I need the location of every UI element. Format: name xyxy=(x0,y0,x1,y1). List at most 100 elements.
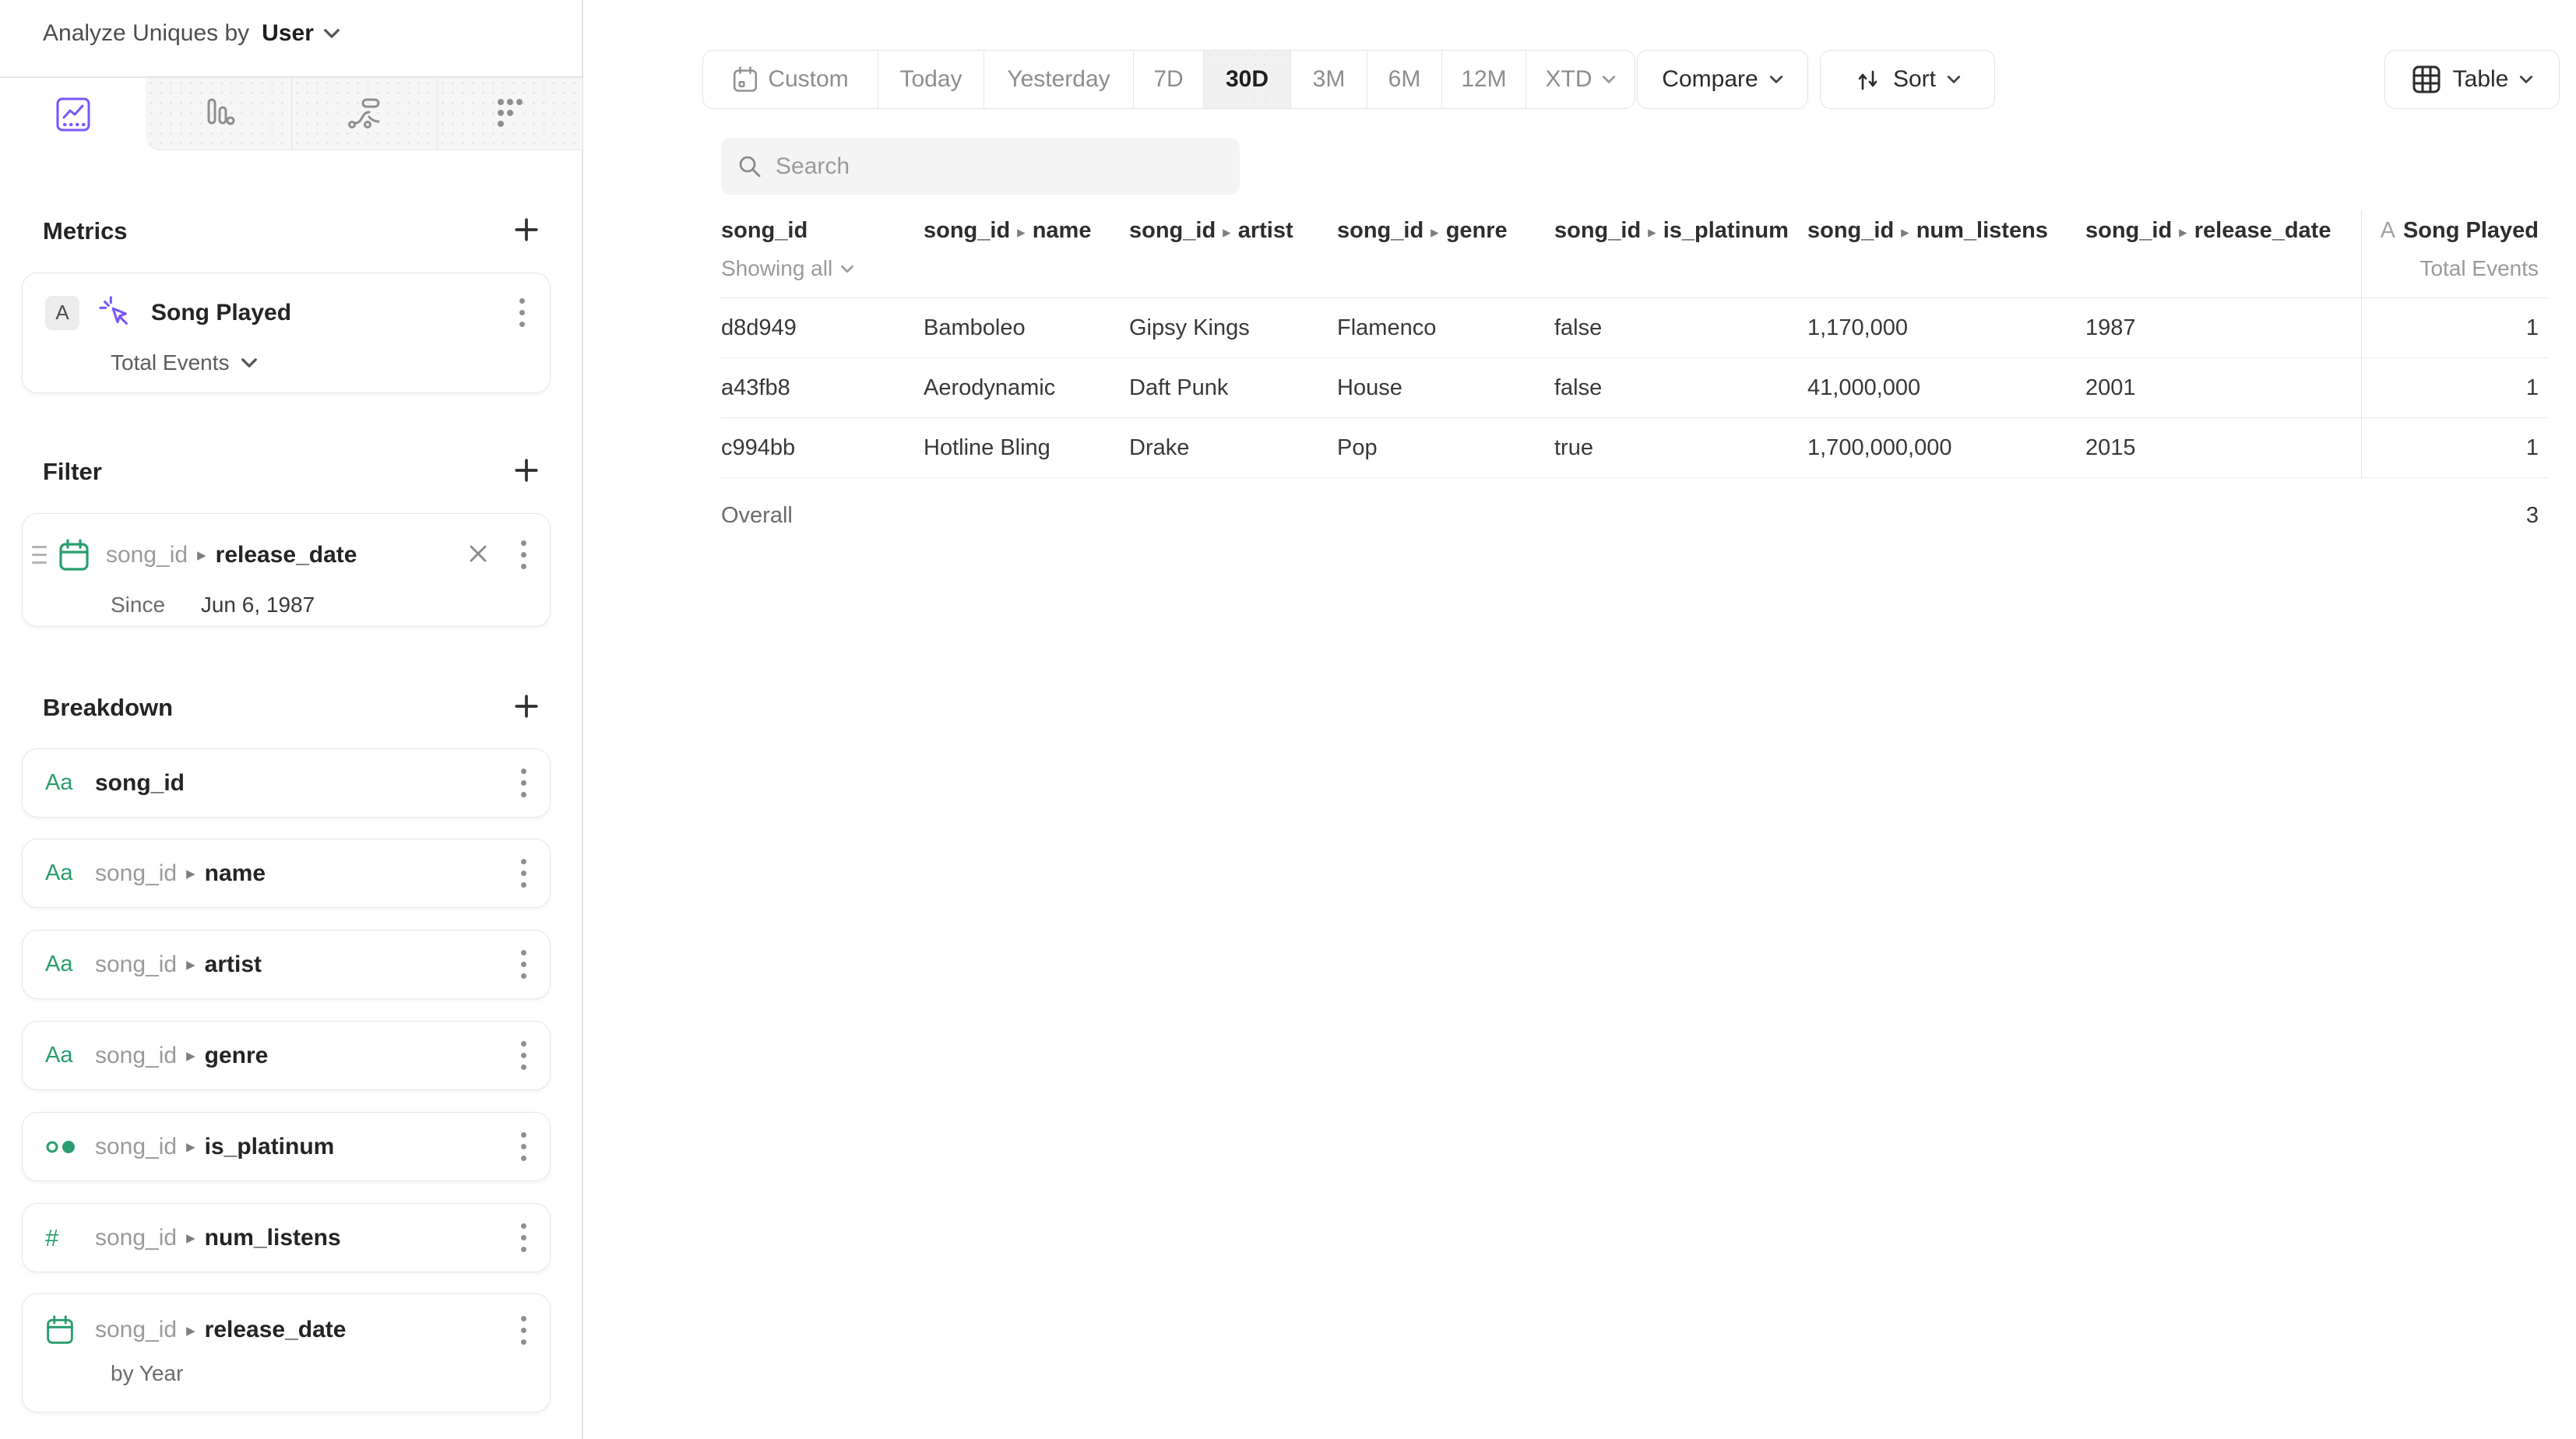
table-header-row: song_id Showing all song_id▸name song_id… xyxy=(721,210,2548,298)
range-yesterday[interactable]: Yesterday xyxy=(984,51,1133,108)
filter-menu-button[interactable] xyxy=(515,534,533,575)
breakdown-menu-button[interactable] xyxy=(515,762,533,804)
range-30d[interactable]: 30D xyxy=(1203,51,1290,108)
breakdown-menu-button[interactable] xyxy=(515,944,533,985)
range-custom[interactable]: Custom xyxy=(703,51,878,108)
breadcrumb-chevron-icon: ▸ xyxy=(186,863,195,884)
remove-filter-button[interactable] xyxy=(462,537,494,572)
number-type-icon: # xyxy=(45,1224,79,1252)
event-click-icon xyxy=(98,295,134,331)
metric-badge: A xyxy=(45,296,79,330)
table-row: c994bb Hotline Bling Drake Pop true 1,70… xyxy=(721,418,2548,478)
compare-button[interactable]: Compare xyxy=(1637,50,1808,109)
cell-num-listens: 1,170,000 xyxy=(1807,315,2085,341)
plus-icon xyxy=(513,457,540,484)
breakdown-menu-button[interactable] xyxy=(515,1035,533,1076)
cell-artist: Daft Punk xyxy=(1129,375,1337,401)
table-grid-icon xyxy=(2411,64,2442,95)
analyze-entity-dropdown[interactable]: User xyxy=(262,20,340,47)
showing-all-dropdown[interactable]: Showing all xyxy=(721,256,924,281)
sort-button[interactable]: Sort xyxy=(1820,50,1995,109)
cell-song-id: a43fb8 xyxy=(721,375,924,401)
cell-is-platinum: true xyxy=(1554,435,1807,461)
breadcrumb-chevron-icon: ▸ xyxy=(197,544,206,565)
cell-release-date: 2001 xyxy=(2085,375,2361,401)
column-header-artist: song_id▸artist xyxy=(1129,210,1337,244)
breadcrumb-chevron-icon: ▸ xyxy=(186,1045,195,1066)
table-overall-row: Overall 3 xyxy=(721,478,2548,554)
breakdown-bucket-label[interactable]: by Year xyxy=(111,1361,550,1402)
close-icon xyxy=(466,542,490,565)
metric-menu-button[interactable] xyxy=(513,292,531,333)
filter-operator: Since xyxy=(111,593,165,617)
filter-card[interactable]: song_id ▸ release_date Since Jun 6, 1987 xyxy=(22,513,551,627)
add-filter-button[interactable] xyxy=(502,452,551,491)
breakdown-card-is-platinum[interactable]: song_id ▸ is_platinum xyxy=(22,1112,551,1181)
flow-icon xyxy=(344,93,385,134)
breakdown-card-name[interactable]: Aa song_id ▸ name xyxy=(22,839,551,908)
report-content: Custom Today Yesterday 7D 30D 3M 6M 12M … xyxy=(585,0,2576,1439)
cell-release-date: 2015 xyxy=(2085,435,2361,461)
breakdown-section-header: Breakdown xyxy=(22,688,551,727)
tab-funnel-dots[interactable] xyxy=(437,78,582,150)
table-row: d8d949 Bamboleo Gipsy Kings Flamenco fal… xyxy=(721,298,2548,358)
breakdown-card-artist[interactable]: Aa song_id ▸ artist xyxy=(22,930,551,999)
overall-value: 3 xyxy=(2361,503,2548,529)
chevron-down-icon xyxy=(840,265,854,273)
analyze-header: Analyze Uniques by User xyxy=(43,20,340,47)
chevron-down-icon xyxy=(241,357,258,368)
filter-condition[interactable]: Since Jun 6, 1987 xyxy=(111,593,550,617)
metric-aggregation-dropdown[interactable]: Total Events xyxy=(111,350,550,375)
search-input[interactable] xyxy=(776,153,1224,180)
cell-song-id: c994bb xyxy=(721,435,924,461)
view-type-button[interactable]: Table xyxy=(2384,50,2560,109)
breadcrumb-chevron-icon: ▸ xyxy=(186,1227,195,1248)
filter-row: song_id ▸ release_date xyxy=(32,534,533,575)
breakdown-card-release-date[interactable]: song_id ▸ release_date by Year xyxy=(22,1293,551,1413)
add-metric-button[interactable] xyxy=(502,212,551,250)
column-header-metric: ASong Played Total Events xyxy=(2361,210,2548,297)
filter-section-header: Filter xyxy=(22,452,551,491)
cell-name: Bamboleo xyxy=(924,315,1129,341)
cell-is-platinum: false xyxy=(1554,315,1807,341)
range-today[interactable]: Today xyxy=(878,51,984,108)
breakdown-menu-button[interactable] xyxy=(515,1217,533,1258)
metric-aggregation-value: Total Events xyxy=(111,350,230,375)
breakdown-card-song-id[interactable]: Aa song_id xyxy=(22,748,551,818)
range-12m[interactable]: 12M xyxy=(1441,51,1526,108)
text-type-icon: Aa xyxy=(45,1043,79,1068)
calendar-icon xyxy=(732,65,758,93)
cell-artist: Gipsy Kings xyxy=(1129,315,1337,341)
chevron-down-icon xyxy=(2519,74,2533,85)
cell-artist: Drake xyxy=(1129,435,1337,461)
cell-genre: Pop xyxy=(1337,435,1554,461)
column-header-is-platinum: song_id▸is_platinum xyxy=(1554,210,1807,244)
text-type-icon: Aa xyxy=(45,770,79,796)
breakdown-menu-button[interactable] xyxy=(515,1310,533,1351)
breakdown-card-num-listens[interactable]: # song_id ▸ num_listens xyxy=(22,1203,551,1272)
range-xtd[interactable]: XTD xyxy=(1526,51,1635,108)
tab-flow[interactable] xyxy=(291,78,437,150)
range-7d[interactable]: 7D xyxy=(1133,51,1203,108)
tab-line-chart[interactable] xyxy=(0,78,146,150)
breakdown-card-genre[interactable]: Aa song_id ▸ genre xyxy=(22,1021,551,1090)
sort-arrows-icon xyxy=(1854,65,1882,93)
tab-bar-chart[interactable] xyxy=(146,78,291,150)
metric-card[interactable]: A Song Played Total Events xyxy=(22,273,551,393)
breakdown-title: Breakdown xyxy=(22,694,173,722)
date-range-picker: Custom Today Yesterday 7D 30D 3M 6M 12M … xyxy=(702,50,1635,109)
calendar-icon xyxy=(45,1314,79,1346)
column-header-num-listens: song_id▸num_listens xyxy=(1807,210,2085,244)
cell-num-listens: 1,700,000,000 xyxy=(1807,435,2085,461)
cell-release-date: 1987 xyxy=(2085,315,2361,341)
drag-handle-icon[interactable] xyxy=(32,546,47,564)
breakdown-menu-button[interactable] xyxy=(515,853,533,894)
add-breakdown-button[interactable] xyxy=(502,688,551,727)
overall-label: Overall xyxy=(721,503,924,529)
range-6m[interactable]: 6M xyxy=(1367,51,1441,108)
range-3m[interactable]: 3M xyxy=(1290,51,1367,108)
column-header-release-date: song_id▸release_date xyxy=(2085,210,2361,244)
line-chart-icon xyxy=(53,94,93,135)
breakdown-menu-button[interactable] xyxy=(515,1126,533,1167)
metric-row: A Song Played xyxy=(45,292,531,333)
